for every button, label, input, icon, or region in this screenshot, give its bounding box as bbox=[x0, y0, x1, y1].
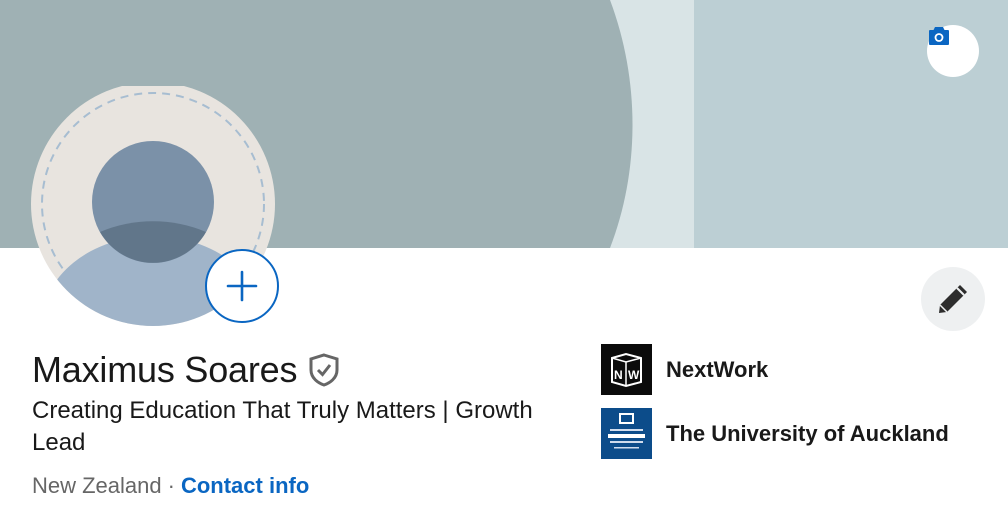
org-university-of-auckland[interactable]: The University of Auckland bbox=[601, 408, 949, 459]
contact-info-link[interactable]: Contact info bbox=[181, 473, 309, 498]
svg-text:N: N bbox=[614, 368, 623, 382]
name-row: Maximus Soares bbox=[32, 348, 340, 392]
plus-icon bbox=[226, 270, 258, 302]
profile-headline: Creating Education That Truly Matters | … bbox=[32, 397, 533, 456]
org-nextwork[interactable]: N W NextWork bbox=[601, 344, 768, 395]
university-crest-icon bbox=[608, 413, 645, 449]
location-text: New Zealand bbox=[32, 473, 162, 498]
nextwork-logo: N W bbox=[601, 344, 652, 395]
verification-badge[interactable] bbox=[308, 353, 340, 387]
edit-background-button[interactable] bbox=[927, 25, 979, 77]
profile-name: Maximus Soares bbox=[32, 349, 298, 390]
org-name-nextwork: NextWork bbox=[666, 356, 769, 382]
location-row: New Zealand · Contact info bbox=[32, 472, 309, 500]
edit-intro-button[interactable] bbox=[921, 267, 985, 331]
camera-icon bbox=[929, 27, 949, 45]
shield-check-icon bbox=[309, 353, 339, 387]
add-photo-button[interactable] bbox=[205, 249, 279, 323]
pencil-icon bbox=[939, 285, 967, 313]
separator-dot: · bbox=[167, 473, 175, 498]
org-name-university-of-auckland: The University of Auckland bbox=[666, 420, 949, 446]
svg-text:W: W bbox=[628, 368, 640, 382]
university-logo bbox=[601, 408, 652, 459]
nextwork-logo-icon: N W bbox=[611, 352, 642, 388]
